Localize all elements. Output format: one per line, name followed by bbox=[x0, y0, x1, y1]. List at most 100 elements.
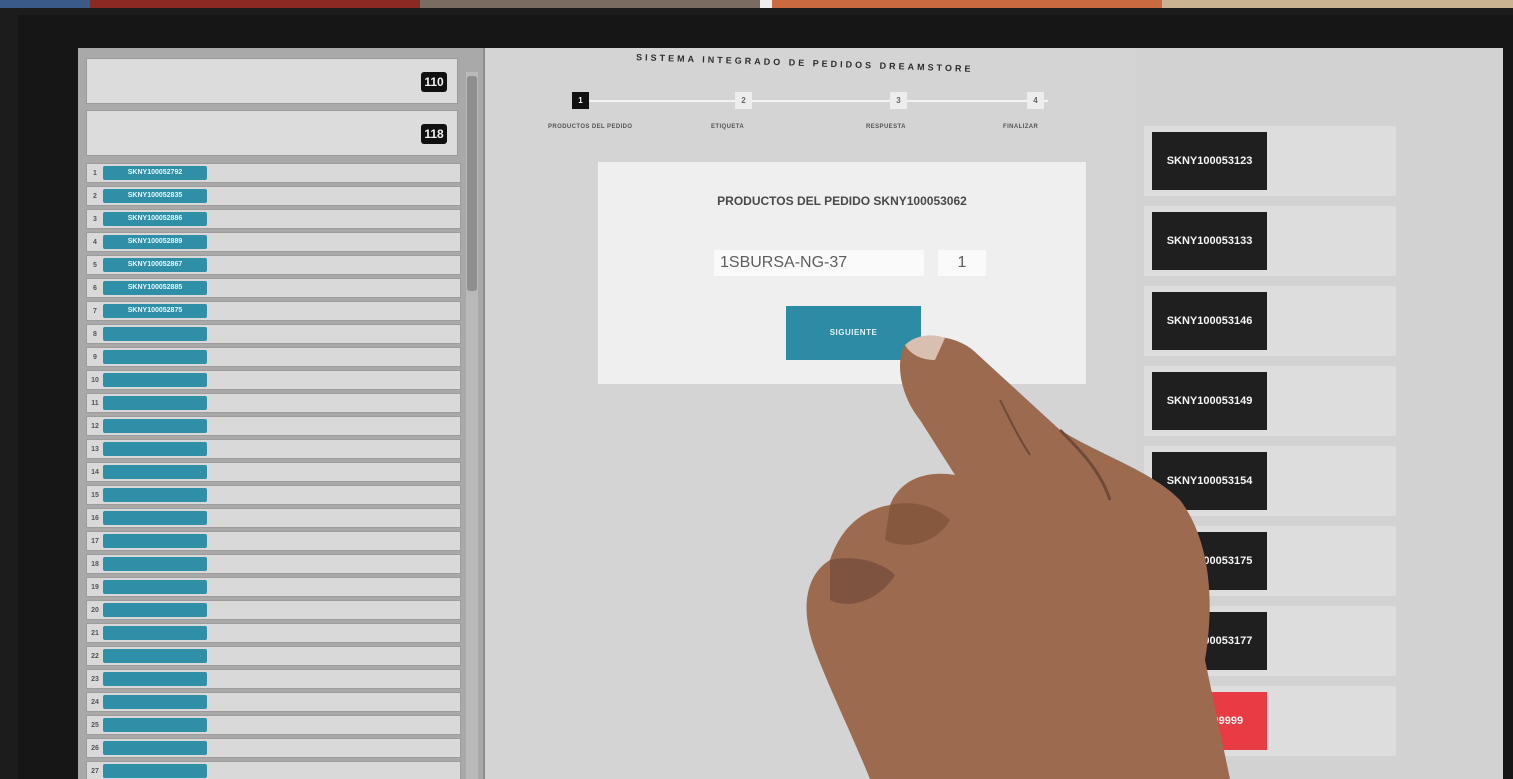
order-id-tag[interactable] bbox=[103, 718, 207, 732]
order-row[interactable]: 15 bbox=[86, 485, 461, 505]
order-row[interactable]: 16 bbox=[86, 508, 461, 528]
order-id-tag[interactable] bbox=[103, 488, 207, 502]
order-id-tag[interactable] bbox=[103, 626, 207, 640]
order-id-tag[interactable] bbox=[103, 511, 207, 525]
quantity-input[interactable] bbox=[938, 250, 986, 276]
queue-order-card[interactable]: SKNY100053177 bbox=[1144, 606, 1396, 676]
row-number: 1 bbox=[93, 169, 97, 177]
order-id-tag[interactable]: SKNY100052792 bbox=[103, 166, 207, 180]
queue-order-id[interactable]: SKNY100053149 bbox=[1152, 372, 1267, 430]
stepper-track bbox=[578, 100, 1048, 102]
sku-input[interactable] bbox=[714, 250, 924, 276]
order-products-card: PRODUCTOS DEL PEDIDO SKNY100053062 SIGUI… bbox=[598, 162, 1086, 384]
order-id-tag[interactable] bbox=[103, 672, 207, 686]
order-row[interactable]: 19 bbox=[86, 577, 461, 597]
order-row[interactable]: 27 bbox=[86, 761, 461, 779]
order-row[interactable]: 7 SKNY100052875 bbox=[86, 301, 461, 321]
order-id-tag[interactable] bbox=[103, 442, 207, 456]
order-row[interactable]: 8 bbox=[86, 324, 461, 344]
order-row[interactable]: 18 bbox=[86, 554, 461, 574]
row-number: 15 bbox=[91, 491, 99, 499]
order-id-tag[interactable] bbox=[103, 741, 207, 755]
order-row[interactable]: 4 SKNY100052889 bbox=[86, 232, 461, 252]
app-title: SISTEMA INTEGRADO DE PEDIDOS DREAMSTORE bbox=[635, 52, 974, 74]
row-number: 26 bbox=[91, 744, 99, 752]
order-row[interactable]: 22 bbox=[86, 646, 461, 666]
queue-order-id[interactable]: SKNY999999 bbox=[1152, 692, 1267, 750]
order-id-tag[interactable] bbox=[103, 580, 207, 594]
order-id-tag[interactable] bbox=[103, 419, 207, 433]
sidebar-summary-2[interactable]: 118 bbox=[86, 110, 458, 156]
order-id-tag[interactable]: SKNY100052875 bbox=[103, 304, 207, 318]
order-id-tag[interactable] bbox=[103, 603, 207, 617]
card-title: PRODUCTOS DEL PEDIDO SKNY100053062 bbox=[717, 194, 967, 208]
order-row[interactable]: 3 SKNY100052886 bbox=[86, 209, 461, 229]
queue-order-card[interactable]: SKNY100053133 bbox=[1144, 206, 1396, 276]
order-id-tag[interactable]: SKNY100052867 bbox=[103, 258, 207, 272]
queue-order-card[interactable]: SKNY100053146 bbox=[1144, 286, 1396, 356]
order-id-tag[interactable] bbox=[103, 396, 207, 410]
order-row[interactable]: 9 bbox=[86, 347, 461, 367]
order-row[interactable]: 11 bbox=[86, 393, 461, 413]
queue-order-card[interactable]: SKNY100053149 bbox=[1144, 366, 1396, 436]
order-id-tag[interactable]: SKNY100052835 bbox=[103, 189, 207, 203]
order-row[interactable]: 26 bbox=[86, 738, 461, 758]
order-row[interactable]: 10 bbox=[86, 370, 461, 390]
step-3-label: RESPUESTA bbox=[866, 124, 906, 130]
order-id-tag[interactable] bbox=[103, 465, 207, 479]
order-sidebar: 110 118 1 SKNY100052792 2 SKNY100052835 3 SKN… bbox=[78, 48, 485, 779]
order-row[interactable]: 1 SKNY100052792 bbox=[86, 163, 461, 183]
order-id-tag[interactable] bbox=[103, 764, 207, 778]
order-row[interactable]: 13 bbox=[86, 439, 461, 459]
queue-order-card[interactable]: SKNY100053154 bbox=[1144, 446, 1396, 516]
order-row[interactable]: 12 bbox=[86, 416, 461, 436]
row-number: 24 bbox=[91, 698, 99, 706]
row-number: 13 bbox=[91, 445, 99, 453]
order-id-tag[interactable] bbox=[103, 557, 207, 571]
order-id-tag[interactable] bbox=[103, 695, 207, 709]
order-id-tag[interactable] bbox=[103, 534, 207, 548]
order-row[interactable]: 6 SKNY100052885 bbox=[86, 278, 461, 298]
queue-order-card[interactable]: SKNY100053123 bbox=[1144, 126, 1396, 196]
order-id-tag[interactable]: SKNY100052889 bbox=[103, 235, 207, 249]
order-row[interactable]: 24 bbox=[86, 692, 461, 712]
order-row[interactable]: 14 bbox=[86, 462, 461, 482]
sidebar-scrollbar[interactable] bbox=[466, 72, 478, 779]
row-number: 5 bbox=[93, 261, 97, 269]
row-number: 6 bbox=[93, 284, 97, 292]
row-number: 10 bbox=[91, 376, 99, 384]
order-row[interactable]: 2 SKNY100052835 bbox=[86, 186, 461, 206]
order-id-tag[interactable]: SKNY100052885 bbox=[103, 281, 207, 295]
step-1-indicator[interactable]: 1 bbox=[572, 92, 589, 109]
queue-order-id[interactable]: SKNY100053133 bbox=[1152, 212, 1267, 270]
order-row[interactable]: 23 bbox=[86, 669, 461, 689]
queue-order-id[interactable]: SKNY100053146 bbox=[1152, 292, 1267, 350]
queue-order-id[interactable]: SKNY100053154 bbox=[1152, 452, 1267, 510]
row-number: 8 bbox=[93, 330, 97, 338]
queue-order-id[interactable]: SKNY100053175 bbox=[1152, 532, 1267, 590]
order-row[interactable]: 5 SKNY100052867 bbox=[86, 255, 461, 275]
queue-order-id[interactable]: SKNY100053177 bbox=[1152, 612, 1267, 670]
sidebar-summary-1[interactable]: 110 bbox=[86, 58, 458, 104]
step-2-indicator[interactable]: 2 bbox=[735, 92, 752, 109]
order-row[interactable]: 25 bbox=[86, 715, 461, 735]
step-3-indicator[interactable]: 3 bbox=[890, 92, 907, 109]
order-id-tag[interactable] bbox=[103, 327, 207, 341]
order-row[interactable]: 17 bbox=[86, 531, 461, 551]
order-row[interactable]: 21 bbox=[86, 623, 461, 643]
queue-order-card[interactable]: SKNY100053175 bbox=[1144, 526, 1396, 596]
next-button[interactable]: SIGUIENTE bbox=[786, 306, 921, 360]
row-number: 9 bbox=[93, 353, 97, 361]
queue-order-card[interactable]: SKNY999999 bbox=[1144, 686, 1396, 756]
order-id-tag[interactable]: SKNY100052886 bbox=[103, 212, 207, 226]
row-number: 17 bbox=[91, 537, 99, 545]
row-number: 18 bbox=[91, 560, 99, 568]
order-queue: SKNY100053123 SKNY100053133 SKNY100053146 S… bbox=[1138, 126, 1503, 779]
order-id-tag[interactable] bbox=[103, 373, 207, 387]
step-4-indicator[interactable]: 4 bbox=[1027, 92, 1044, 109]
queue-order-id[interactable]: SKNY100053123 bbox=[1152, 132, 1267, 190]
scroll-thumb[interactable] bbox=[467, 76, 477, 291]
order-row[interactable]: 20 bbox=[86, 600, 461, 620]
order-id-tag[interactable] bbox=[103, 350, 207, 364]
order-id-tag[interactable] bbox=[103, 649, 207, 663]
